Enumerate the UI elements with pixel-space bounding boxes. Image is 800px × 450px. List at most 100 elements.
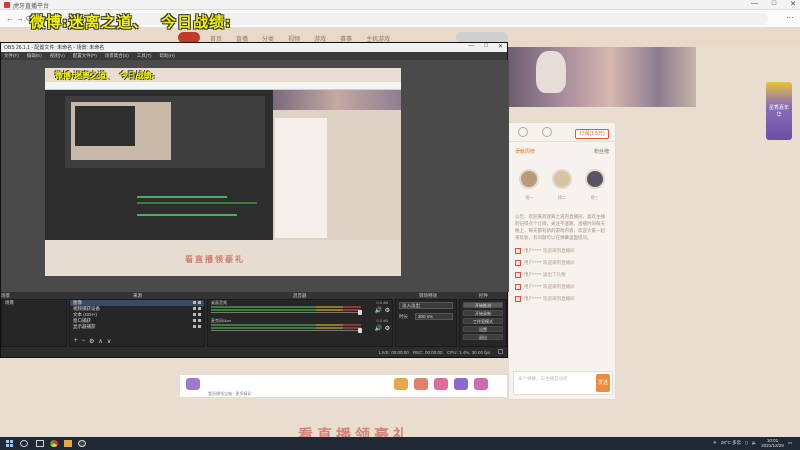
obs-window-controls: — □ ✕ (468, 43, 503, 50)
add-source-button[interactable]: + (74, 338, 78, 345)
gear-icon[interactable]: ⚙ (385, 307, 390, 314)
transition-select[interactable]: 淡入淡出 (399, 302, 453, 309)
speaker-icon[interactable]: 🔊 (375, 307, 382, 314)
chat-input[interactable]: 发个弹幕，与主播互动吧 发送 (513, 371, 613, 395)
obs-minimize-button[interactable]: — (468, 43, 474, 50)
task-view-icon[interactable] (36, 440, 44, 447)
minimize-button[interactable]: — (751, 0, 758, 8)
volume-icon[interactable]: 🔈 (752, 440, 758, 446)
menu-help[interactable]: 帮助(H) (160, 53, 175, 59)
gift-icon[interactable] (414, 378, 428, 390)
volume-slider[interactable] (211, 330, 361, 331)
menu-tools[interactable]: 工具(T) (137, 53, 152, 59)
chrome-icon[interactable] (50, 440, 58, 447)
weather-text[interactable]: 28°C 多云 (721, 440, 741, 446)
start-recording-button[interactable]: 开始录制 (463, 310, 503, 316)
nested-browser-bar (45, 82, 401, 90)
rank-icon[interactable] (542, 127, 552, 137)
lock-icon[interactable] (198, 325, 201, 328)
visibility-icon[interactable] (193, 313, 196, 316)
scene-item[interactable]: 场景 (2, 300, 66, 306)
rank-tab-weekly[interactable]: 贡献周榜 (515, 148, 535, 155)
studio-mode-button[interactable]: 工作室模式 (463, 318, 503, 324)
avatar[interactable] (584, 169, 605, 189)
search-icon[interactable] (20, 440, 28, 447)
message-badge-icon (515, 272, 521, 278)
avatar[interactable] (519, 169, 540, 189)
gift-icon[interactable] (474, 378, 488, 390)
gift-icon[interactable] (434, 378, 448, 390)
lock-icon[interactable] (198, 319, 201, 322)
volume-slider[interactable] (211, 312, 361, 313)
close-button[interactable]: ✕ (790, 0, 796, 8)
lock-icon[interactable] (198, 313, 201, 316)
level-meter (211, 327, 361, 329)
gift-icon[interactable] (186, 378, 200, 390)
volume-slider-handle[interactable] (358, 328, 362, 333)
lock-icon[interactable] (198, 301, 201, 304)
visibility-icon[interactable] (193, 301, 196, 304)
settings-button[interactable]: 设置 (463, 326, 503, 332)
visibility-icon[interactable] (193, 307, 196, 310)
streamer-banner (506, 47, 696, 107)
obs-preview-area[interactable]: 微博:迷离之道、 今日战绩: 看直播领豪礼 (1, 60, 509, 292)
system-tray: ☀ 28°C 多云 ▯ 🔈 10:01 2021/12/29 ▭ (713, 438, 792, 448)
menu-profile[interactable]: 配置文件(P) (73, 53, 97, 59)
source-properties-gear-icon[interactable]: ⚙ (89, 338, 94, 345)
obs-preview-canvas[interactable]: 微博:迷离之道、 今日战绩: 看直播领豪礼 (45, 68, 401, 276)
menu-edit[interactable]: 编辑(E) (27, 53, 42, 59)
obs-icon[interactable] (78, 440, 86, 447)
clock[interactable]: 10:01 2021/12/29 (761, 438, 784, 448)
chat-message: 用户***** 欢迎来到直播间 (509, 257, 615, 269)
avatar[interactable] (551, 169, 572, 189)
weather-icon[interactable]: ☀ (713, 440, 717, 446)
remove-source-button[interactable]: − (82, 338, 86, 345)
obs-maximize-button[interactable]: □ (484, 43, 488, 50)
windows-start-icon[interactable] (6, 440, 13, 447)
move-up-button[interactable]: ∧ (98, 338, 102, 345)
lock-icon[interactable] (198, 307, 201, 310)
nested-meter (137, 196, 227, 198)
obs-window-title: OBS 26.1.1 - 配置文件: 未命名 - 场景: 未命名 (4, 45, 105, 51)
menu-view[interactable]: 视图(V) (50, 53, 65, 59)
promo-badge[interactable]: 星秀嘉年华 (766, 82, 792, 140)
file-explorer-icon[interactable] (64, 440, 72, 447)
gift-icon[interactable] (454, 378, 468, 390)
rank-tab-fans[interactable]: 粉丝榜 (594, 148, 609, 155)
gear-icon[interactable]: ⚙ (385, 325, 390, 332)
back-button[interactable]: ← (6, 14, 14, 23)
rank-header: 贡献周榜 粉丝榜 (509, 142, 615, 157)
visibility-icon[interactable] (193, 319, 196, 322)
message-badge-icon (515, 284, 521, 290)
menu-file[interactable]: 文件(F) (4, 53, 19, 59)
source-toolbar: + − ⚙ ∧ ∨ (74, 338, 111, 345)
mixer-channel: 桌面音频 0.0 dB 🔊 ⚙ (208, 300, 392, 315)
windows-taskbar: ☀ 28°C 多云 ▯ 🔈 10:01 2021/12/29 ▭ (0, 437, 800, 450)
send-button[interactable]: 发送 (596, 374, 610, 392)
subscribe-button[interactable]: 订阅(1.5万) (575, 129, 609, 139)
network-icon[interactable]: ▯ (745, 440, 747, 446)
notification-icon[interactable]: ▭ (788, 440, 792, 446)
gift-bar: 看直播领宝箱 · 更多精彩 (179, 374, 508, 398)
move-down-button[interactable]: ∨ (107, 338, 111, 345)
speaker-icon[interactable]: 🔊 (375, 325, 382, 332)
resize-grip-icon[interactable] (498, 349, 503, 354)
menu-scene-collection[interactable]: 场景集合(S) (105, 53, 129, 59)
obs-close-button[interactable]: ✕ (498, 43, 503, 50)
browser-tab-title[interactable]: 虎牙直播平台 (13, 1, 49, 10)
maximize-button[interactable]: □ (772, 0, 776, 8)
volume-slider-handle[interactable] (358, 310, 362, 315)
visibility-icon[interactable] (193, 325, 196, 328)
start-streaming-button[interactable]: 开始推流 (463, 302, 503, 308)
clock-date: 2021/12/29 (761, 443, 784, 448)
source-item[interactable]: 显示器捕获 (70, 324, 204, 330)
gift-icon[interactable] (394, 378, 408, 390)
exit-button[interactable]: 退出 (463, 334, 503, 340)
duration-input[interactable]: 300 ms (415, 313, 453, 320)
fans-icon[interactable] (518, 127, 528, 137)
top-fans-names: 榜一 榜二 榜三 (509, 193, 615, 209)
message-text: 用户***** 欢迎来到直播间 (524, 248, 575, 253)
forward-button[interactable]: → (16, 14, 24, 23)
browser-menu-icon[interactable]: ⋯ (786, 13, 794, 22)
message-badge-icon (515, 248, 521, 254)
